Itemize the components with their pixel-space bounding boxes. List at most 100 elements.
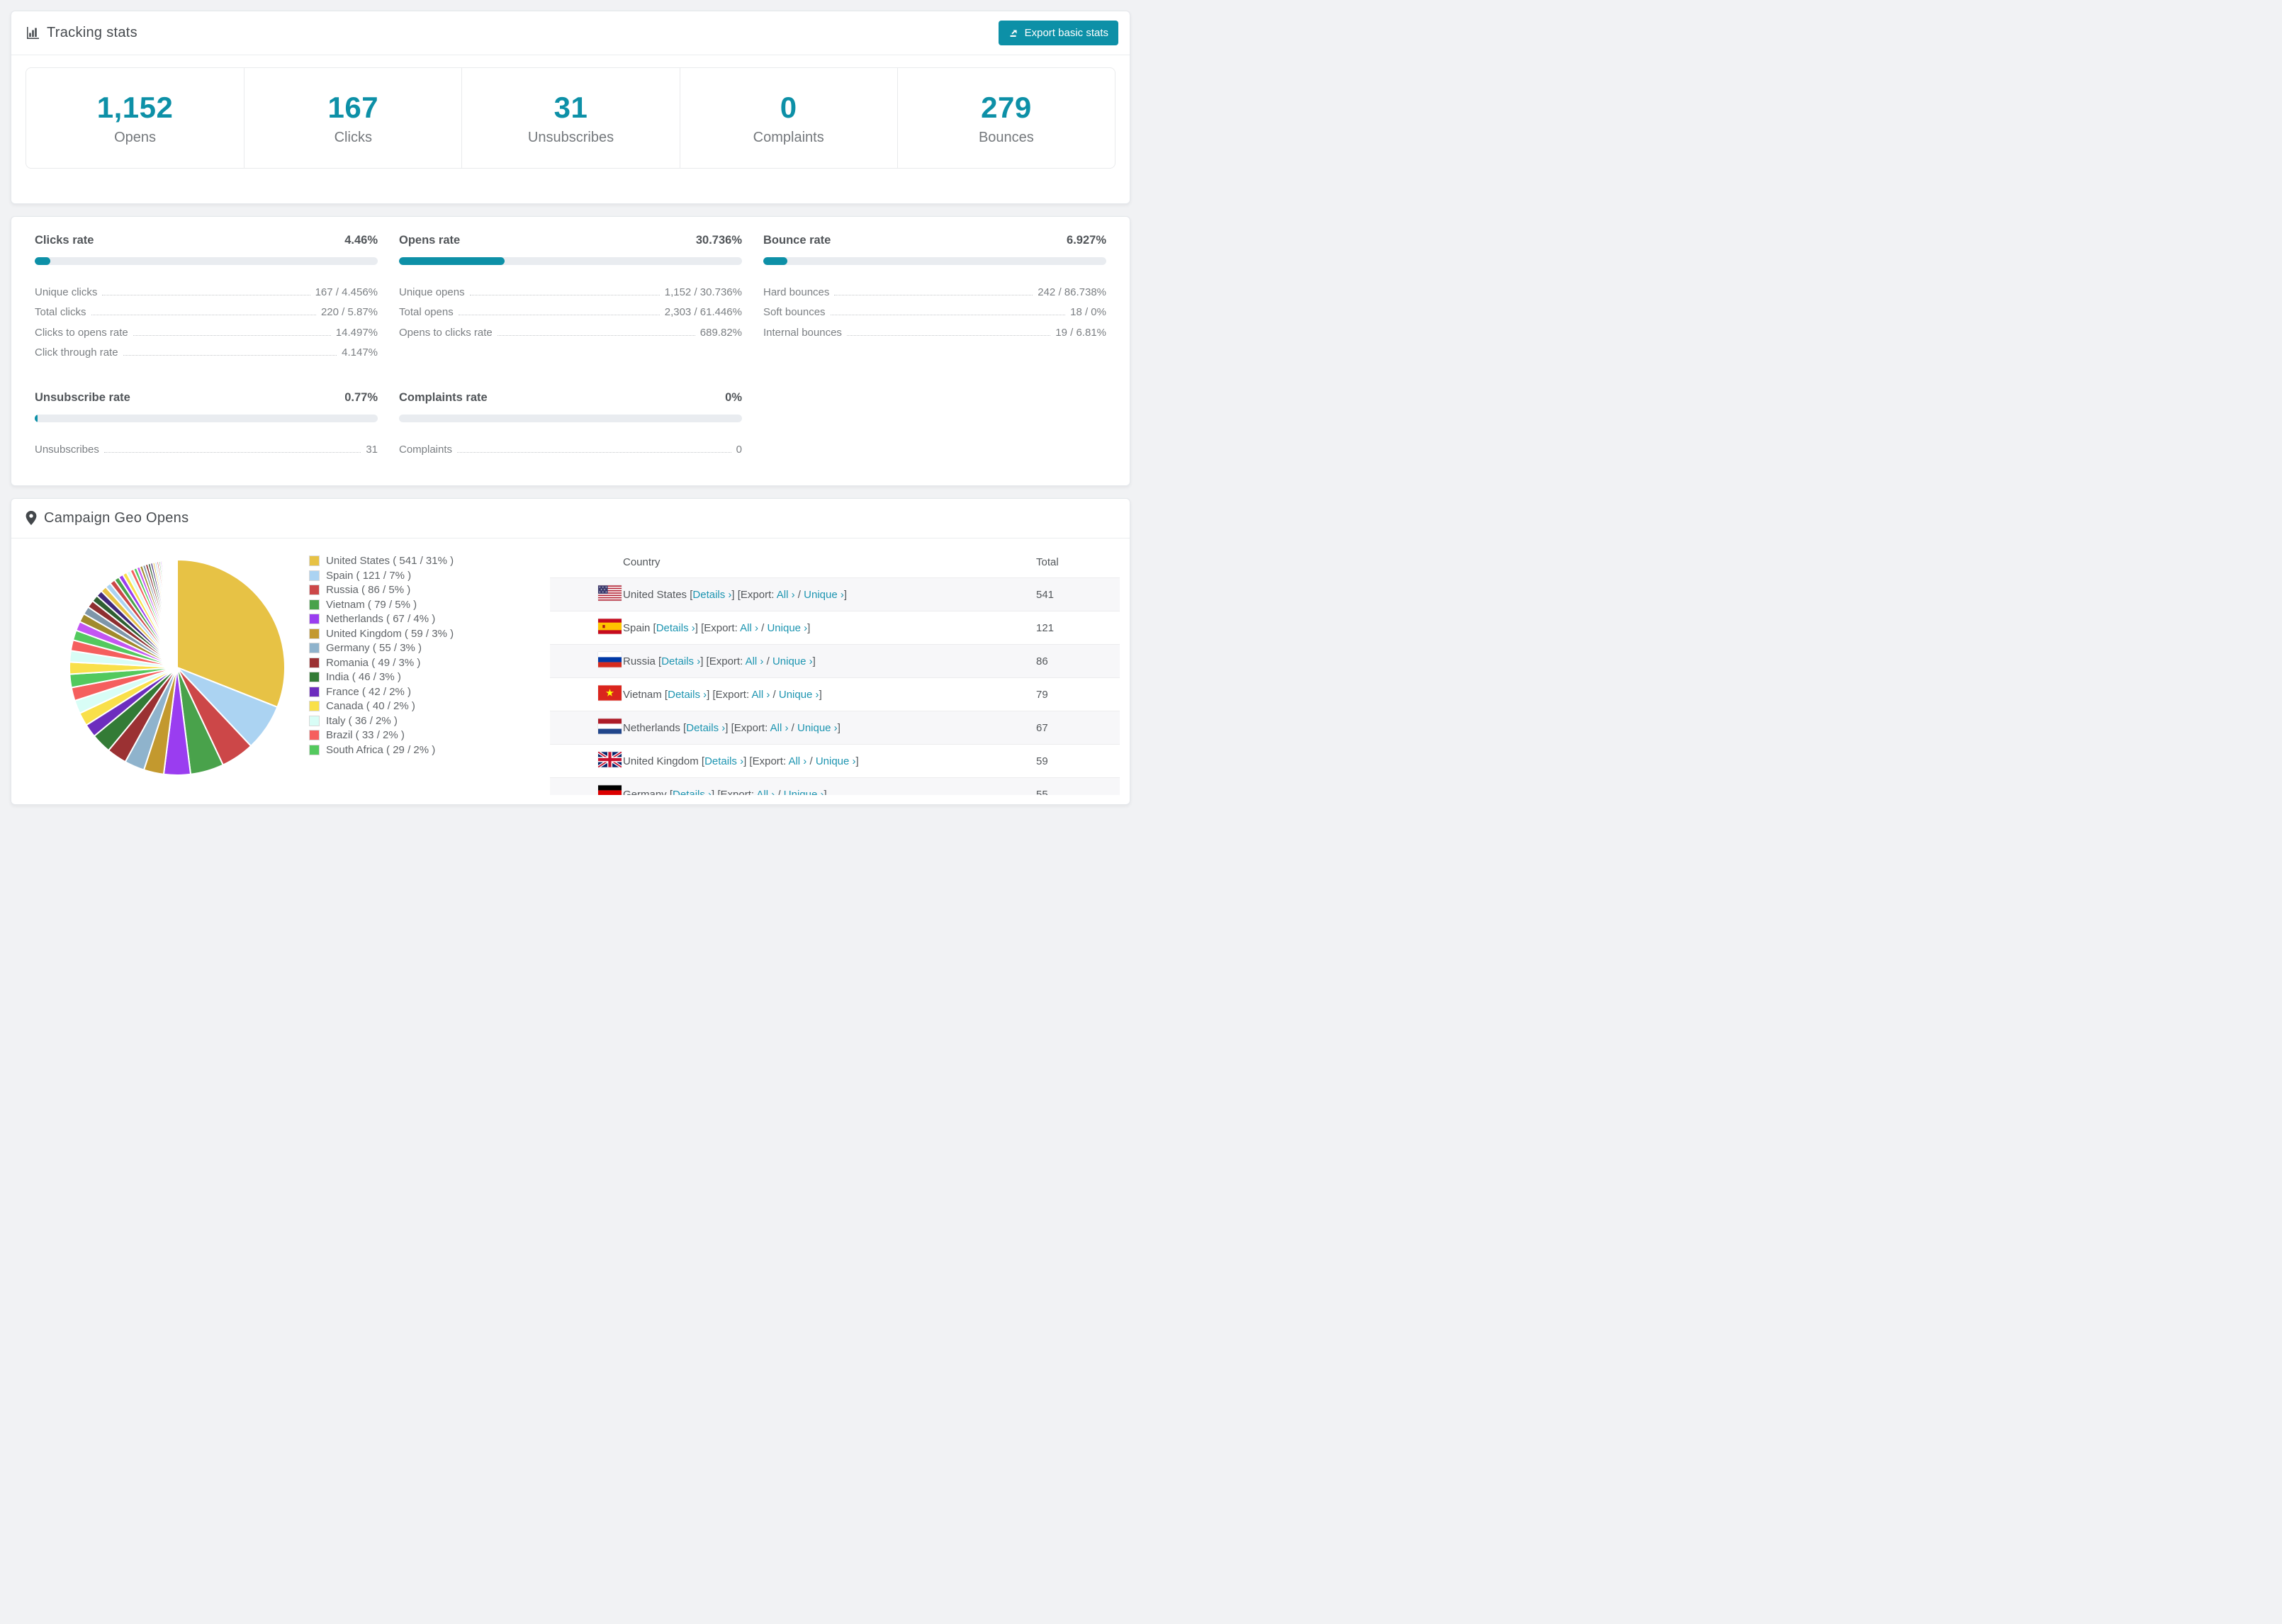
export-all-link[interactable]: All › (740, 622, 758, 634)
legend-swatch (309, 556, 320, 567)
stat-box-unsubscribes: 31 Unsubscribes (461, 68, 679, 168)
export-button-label: Export basic stats (1024, 27, 1108, 39)
flag-nl-icon (598, 718, 622, 734)
export-all-link[interactable]: All › (788, 755, 806, 767)
stats-row: 1,152 Opens 167 Clicks 31 Unsubscribes 0 Compla… (26, 67, 1115, 169)
details-link[interactable]: Details › (673, 789, 712, 795)
legend-swatch (309, 599, 320, 610)
export-unique-link[interactable]: Unique › (779, 689, 819, 701)
metric-label: Internal bounces (763, 326, 842, 339)
rate-title: Unsubscribe rate (35, 391, 130, 404)
metric-value: 167 / 4.456% (315, 286, 378, 298)
dotted-leader (457, 451, 731, 453)
legend-swatch (309, 701, 320, 712)
geo-table-header-row: Country Total (550, 547, 1120, 578)
legend-item[interactable]: Romania ( 49 / 3% ) (309, 655, 550, 670)
rate-panel-head: Clicks rate 4.46% (35, 234, 378, 247)
country-cell: Russia [Details ›] [Export: All › / Uniq… (623, 655, 816, 667)
progress-bar-fill (763, 257, 787, 265)
geo-table-row-de: Germany [Details ›] [Export: All › / Uni… (550, 777, 1120, 795)
rate-panel-unsubscribe-rate: Unsubscribe rate 0.77% Unsubscribes 31 (35, 391, 378, 456)
legend-label: Romania ( 49 / 3% ) (326, 656, 421, 669)
legend-swatch (309, 686, 320, 697)
details-link[interactable]: Details › (704, 755, 743, 767)
legend-item[interactable]: Vietnam ( 79 / 5% ) (309, 597, 550, 612)
export-unique-link[interactable]: Unique › (816, 755, 856, 767)
country-cell: Germany [Details ›] [Export: All › / Uni… (623, 778, 1036, 795)
legend-item[interactable]: Netherlands ( 67 / 4% ) (309, 612, 550, 627)
metric-row: Unique clicks 167 / 4.456% (35, 278, 378, 298)
legend-label: Vietnam ( 79 / 5% ) (326, 598, 417, 611)
rate-panel-opens-rate: Opens rate 30.736% Unique opens 1,152 / 30.… (399, 234, 742, 359)
export-unique-link[interactable]: Unique › (767, 622, 807, 634)
country-column-header: Country (623, 556, 661, 568)
geo-pie-legend: United States ( 541 / 31% ) Spain ( 121 /… (309, 538, 550, 757)
total-cell: 67 (1036, 721, 1048, 734)
legend-item[interactable]: Germany ( 55 / 3% ) (309, 641, 550, 656)
details-link[interactable]: Details › (668, 689, 707, 701)
details-link[interactable]: Details › (686, 722, 725, 734)
metric-label: Unique opens (399, 286, 465, 298)
geo-opens-title: Campaign Geo Opens (44, 509, 189, 526)
export-all-link[interactable]: All › (770, 722, 789, 734)
rate-metric-list: Unique clicks 167 / 4.456% Total clicks 220… (35, 278, 378, 359)
details-link[interactable]: Details › (661, 655, 700, 667)
export-all-link[interactable]: All › (752, 689, 770, 701)
dotted-leader (133, 334, 331, 336)
metric-value: 242 / 86.738% (1038, 286, 1106, 298)
export-basic-stats-button[interactable]: Export basic stats (998, 21, 1118, 45)
metric-label: Opens to clicks rate (399, 326, 493, 339)
total-column-header: Total (1036, 556, 1059, 568)
export-icon (1008, 28, 1019, 38)
flag-vn-icon (598, 685, 622, 701)
metric-label: Complaints (399, 443, 453, 456)
legend-swatch (309, 585, 320, 596)
stat-value: 1,152 (96, 90, 174, 124)
legend-item[interactable]: South Africa ( 29 / 2% ) (309, 743, 550, 757)
bar-chart-icon (26, 26, 40, 40)
legend-item[interactable]: United Kingdom ( 59 / 3% ) (309, 626, 550, 641)
export-all-link[interactable]: All › (746, 655, 764, 667)
metric-row: Total opens 2,303 / 61.446% (399, 298, 742, 318)
legend-item[interactable]: Russia ( 86 / 5% ) (309, 583, 550, 598)
export-unique-link[interactable]: Unique › (784, 789, 824, 795)
stat-value: 31 (553, 90, 588, 124)
export-unique-link[interactable]: Unique › (772, 655, 813, 667)
total-cell: 59 (1036, 755, 1048, 767)
legend-item[interactable]: Canada ( 40 / 2% ) (309, 699, 550, 714)
rate-title: Complaints rate (399, 391, 488, 404)
metric-value: 14.497% (335, 326, 378, 339)
legend-label: India ( 46 / 3% ) (326, 671, 401, 684)
rate-panel-head: Bounce rate 6.927% (763, 234, 1106, 247)
legend-item[interactable]: Brazil ( 33 / 2% ) (309, 728, 550, 743)
stat-box-clicks: 167 Clicks (244, 68, 461, 168)
details-link[interactable]: Details › (656, 622, 695, 634)
total-cell: 541 (1036, 588, 1055, 601)
details-link[interactable]: Details › (692, 589, 731, 601)
export-unique-link[interactable]: Unique › (797, 722, 838, 734)
rate-metric-list: Unsubscribes 31 (35, 435, 378, 456)
legend-item[interactable]: India ( 46 / 3% ) (309, 670, 550, 685)
export-all-link[interactable]: All › (777, 589, 795, 601)
metric-row: Unsubscribes 31 (35, 435, 378, 456)
legend-item[interactable]: Spain ( 121 / 7% ) (309, 568, 550, 583)
rate-panel-head: Unsubscribe rate 0.77% (35, 391, 378, 405)
progress-bar-track (35, 257, 378, 265)
total-cell: 86 (1036, 655, 1048, 667)
legend-item[interactable]: Italy ( 36 / 2% ) (309, 714, 550, 728)
legend-item[interactable]: United States ( 541 / 31% ) (309, 554, 550, 569)
flag-ru-icon (598, 652, 622, 667)
total-cell: 121 (1036, 621, 1055, 634)
export-unique-link[interactable]: Unique › (804, 589, 844, 601)
dotted-leader (103, 451, 361, 453)
flag-column-header (550, 547, 623, 578)
progress-bar-track (35, 415, 378, 422)
geo-opens-body: United States ( 541 / 31% ) Spain ( 121 /… (11, 538, 1130, 795)
legend-item[interactable]: France ( 42 / 2% ) (309, 684, 550, 699)
metric-value: 2,303 / 61.446% (664, 306, 742, 318)
export-all-link[interactable]: All › (756, 789, 775, 795)
metric-label: Soft bounces (763, 306, 826, 318)
flag-cell (550, 678, 623, 711)
stat-value: 0 (780, 90, 797, 124)
progress-bar-fill (35, 415, 38, 422)
